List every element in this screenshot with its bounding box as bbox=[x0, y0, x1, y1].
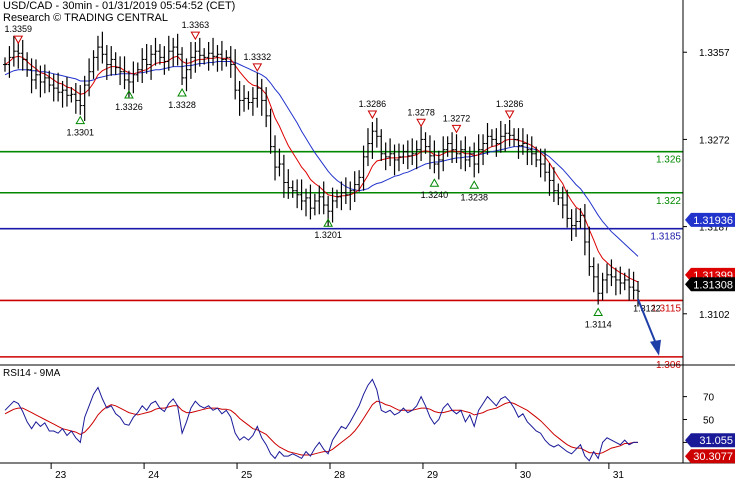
pivot-high-label-6: 1.3286 bbox=[359, 99, 387, 109]
pivot-low-label-12: 1.3238 bbox=[460, 192, 488, 202]
pivot-low-label-4: 1.3326 bbox=[115, 102, 143, 112]
chart-copyright: Research © TRADING CENTRAL bbox=[3, 12, 168, 24]
pivot-high-label-9: 1.3286 bbox=[496, 99, 524, 109]
pivot-high-label-2: 1.3332 bbox=[244, 52, 272, 62]
level-label-0: 1.326 bbox=[656, 155, 681, 166]
pivot-high-label-1: 1.3363 bbox=[182, 20, 210, 30]
rsi-panel-title: RSI14 - 9MA bbox=[3, 368, 61, 379]
price-axis-label-3: 1.3102 bbox=[699, 310, 730, 321]
slow-ma-tag: 1.31936 bbox=[685, 212, 735, 227]
pivot-low-marker-3 bbox=[75, 115, 86, 125]
pivot-high-label-0: 1.3359 bbox=[5, 24, 33, 34]
pivot-high-marker-7 bbox=[416, 118, 426, 128]
rsi-panel bbox=[4, 378, 638, 462]
chart-canvas: 1.3261.3221.31851.31151.3061.3359 1.33631… bbox=[0, 0, 735, 480]
pivot-low-marker-12 bbox=[469, 180, 480, 189]
rsi-line bbox=[4, 378, 638, 462]
time-axis-label-3: 28 bbox=[334, 470, 346, 480]
price-bars bbox=[3, 31, 640, 307]
chart-frame: 1.33571.32721.31871.31021.319361.313991.… bbox=[0, 0, 735, 480]
pivot-high-marker-6 bbox=[367, 110, 378, 120]
pivot-low-label-11: 1.3240 bbox=[421, 190, 449, 200]
slow-ma-line bbox=[4, 61, 639, 257]
rsi-ma-value-tag-text: 30.3077 bbox=[693, 451, 733, 463]
fast-ma-line bbox=[4, 55, 639, 283]
rsi-value-tag-text: 31.055 bbox=[699, 435, 733, 447]
rsi-ma-value-tag: 30.3077 bbox=[685, 449, 735, 464]
slow-ma-tag-text: 1.31936 bbox=[693, 215, 733, 227]
rsi-axis-label-0: 70 bbox=[703, 393, 715, 404]
pivot-low-label-5: 1.3328 bbox=[168, 100, 196, 110]
pivot-high-marker-2 bbox=[252, 63, 263, 72]
pivot-high-marker-1 bbox=[190, 31, 201, 41]
level-label-2: 1.3185 bbox=[650, 232, 681, 243]
level-label-1: 1.322 bbox=[656, 196, 681, 207]
pivot-high-marker-8 bbox=[451, 124, 462, 134]
forecast-arrow-head bbox=[650, 339, 661, 356]
time-axis-label-5: 30 bbox=[520, 470, 532, 480]
pivot-low-label-13: 1.3114 bbox=[585, 319, 612, 329]
pivot-high-label-7: 1.3278 bbox=[407, 107, 435, 117]
price-label-14: 1.3122 bbox=[633, 303, 661, 313]
rsi-axis-label-1: 50 bbox=[703, 416, 715, 427]
rsi-value-tag: 31.055 bbox=[685, 433, 735, 448]
pivot-high-marker-9 bbox=[504, 110, 515, 120]
price-axis-label-1: 1.3272 bbox=[699, 135, 730, 146]
pivot-low-marker-5 bbox=[177, 87, 187, 97]
pivot-low-marker-11 bbox=[429, 178, 440, 187]
time-axis-label-0: 23 bbox=[55, 470, 67, 480]
time-axis-label-4: 29 bbox=[427, 470, 439, 480]
current-price-tag-text: 1.31308 bbox=[693, 279, 733, 291]
chart-title: USD/CAD - 30min - 01/31/2019 05:54:52 (C… bbox=[3, 0, 236, 12]
time-axis-label-6: 31 bbox=[613, 470, 625, 480]
pivot-high-label-8: 1.3272 bbox=[443, 113, 471, 123]
pivot-low-marker-13 bbox=[593, 307, 604, 316]
rsi-ma-line bbox=[4, 400, 638, 456]
time-axis-label-2: 25 bbox=[241, 470, 253, 480]
pivot-low-label-10: 1.3201 bbox=[314, 230, 342, 240]
time-axis-label-1: 24 bbox=[148, 470, 160, 480]
current-price-tag: 1.31308 bbox=[685, 277, 735, 292]
price-axis-label-0: 1.3357 bbox=[699, 48, 730, 59]
pivot-low-label-3: 1.3301 bbox=[66, 128, 94, 138]
price-panel: 1.3261.3221.31851.31151.3061.3359 1.33631… bbox=[0, 20, 683, 371]
